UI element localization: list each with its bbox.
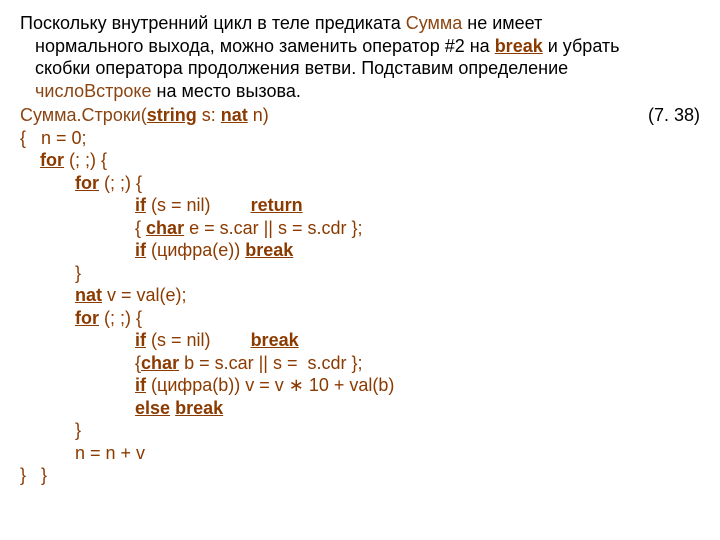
c-l8b: v = val(e); [102, 285, 187, 305]
c-l7: } [20, 263, 81, 283]
code-block: { n = 0; for (; ;) { for (; ;) { if (s =… [20, 127, 700, 487]
kw-if-2: if [135, 240, 146, 260]
intro-l2c: и убрать [543, 36, 620, 56]
c-l15: n = n + v [20, 443, 145, 463]
kw-break-1: break [245, 240, 293, 260]
signature: Сумма.Строки(string s: nat n) [20, 104, 269, 127]
kw-for-2: for [75, 173, 99, 193]
sig-name: Сумма.Строки( [20, 105, 147, 125]
c-l13p [20, 398, 135, 418]
kw-if-3: if [135, 330, 146, 350]
c-l4b: (s = nil) [146, 195, 251, 215]
kw-break-2: break [251, 330, 299, 350]
kw-for-3: for [75, 308, 99, 328]
c-l2p [20, 150, 40, 170]
intro-l2b: break [495, 36, 543, 56]
c-l14: } [20, 420, 81, 440]
signature-row: Сумма.Строки(string s: nat n) (7. 38) [20, 104, 700, 127]
sig-s2: n) [248, 105, 269, 125]
kw-return: return [251, 195, 303, 215]
intro-l1c: не имеет [462, 13, 542, 33]
kw-break-3: break [175, 398, 223, 418]
kw-else: else [135, 398, 170, 418]
intro-paragraph: Поскольку внутренний цикл в теле предика… [20, 12, 700, 102]
intro-l3: скобки оператора продолжения ветви. Подс… [35, 58, 568, 78]
sig-t2: nat [221, 105, 248, 125]
c-l16: } } [20, 465, 47, 485]
c-l9b: (; ;) { [99, 308, 142, 328]
c-l8p [20, 285, 75, 305]
c-l9p [20, 308, 75, 328]
c-l2b: (; ;) { [64, 150, 107, 170]
c-l5p: { [20, 218, 146, 238]
kw-nat: nat [75, 285, 102, 305]
c-l12p [20, 375, 135, 395]
intro-l1b: Сумма [406, 13, 463, 33]
sig-s1: s: [197, 105, 221, 125]
c-l3p [20, 173, 75, 193]
c-l11b: b = s.car || s = s.cdr }; [179, 353, 362, 373]
kw-char-1: char [146, 218, 184, 238]
intro-l1a: Поскольку внутренний цикл в теле предика… [20, 13, 406, 33]
kw-char-2: char [141, 353, 179, 373]
intro-l2a: нормального выхода, можно заменить опера… [35, 36, 495, 56]
equation-ref: (7. 38) [648, 104, 700, 127]
c-l4p [20, 195, 135, 215]
c-l6p [20, 240, 135, 260]
kw-for-1: for [40, 150, 64, 170]
c-l1: { n = 0; [20, 128, 87, 148]
kw-if-1: if [135, 195, 146, 215]
c-l6b: (цифра(e)) [146, 240, 245, 260]
c-l5b: e = s.car || s = s.cdr }; [184, 218, 362, 238]
kw-if-4: if [135, 375, 146, 395]
intro-l4b: на место вызова. [152, 81, 301, 101]
c-l11p: { [20, 353, 141, 373]
intro-l4a: числоВстроке [35, 81, 152, 101]
sig-t1: string [147, 105, 197, 125]
c-l3b: (; ;) { [99, 173, 142, 193]
c-l10p [20, 330, 135, 350]
c-l12b: (цифра(b)) v = v ∗ 10 + val(b) [146, 375, 394, 395]
c-l10b: (s = nil) [146, 330, 251, 350]
